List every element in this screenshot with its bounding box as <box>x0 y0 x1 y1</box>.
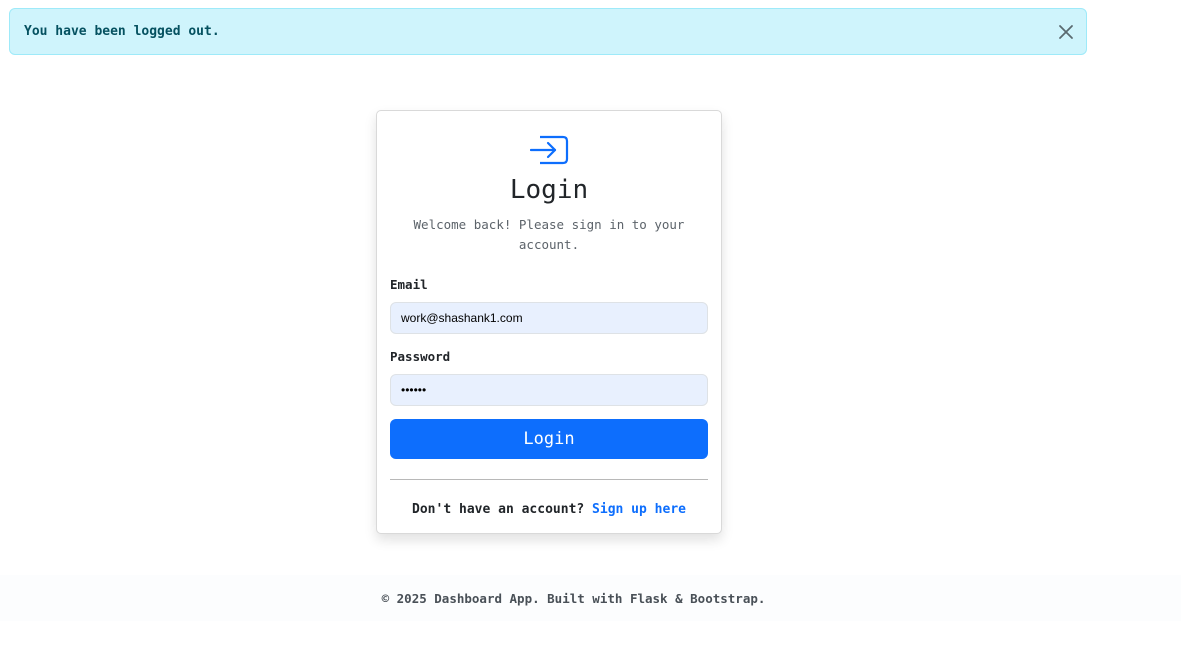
page: You have been logged out. Login Welcome … <box>0 0 1181 669</box>
divider <box>390 479 708 480</box>
welcome-subtitle: Welcome back! Please sign in to your acc… <box>413 217 685 252</box>
alert-message: You have been logged out. <box>24 24 220 39</box>
footer: © 2025 Dashboard App. Built with Flask &… <box>0 575 1181 621</box>
signup-prompt: Don't have an account? <box>412 502 593 517</box>
close-icon[interactable] <box>1057 23 1075 41</box>
email-field[interactable] <box>390 302 708 334</box>
email-label: Email <box>390 277 428 292</box>
page-title: Login <box>509 175 589 205</box>
logout-alert: You have been logged out. <box>9 8 1087 55</box>
signup-link[interactable]: Sign up here <box>592 502 686 517</box>
login-arrow-icon <box>529 134 570 166</box>
password-field[interactable] <box>390 374 708 406</box>
login-card: Login Welcome back! Please sign in to yo… <box>376 110 722 534</box>
signup-row: Don't have an account? Sign up here <box>377 502 721 517</box>
footer-text: © 2025 Dashboard App. Built with Flask &… <box>381 590 766 606</box>
password-label: Password <box>390 349 451 364</box>
login-button[interactable]: Login <box>390 419 708 459</box>
